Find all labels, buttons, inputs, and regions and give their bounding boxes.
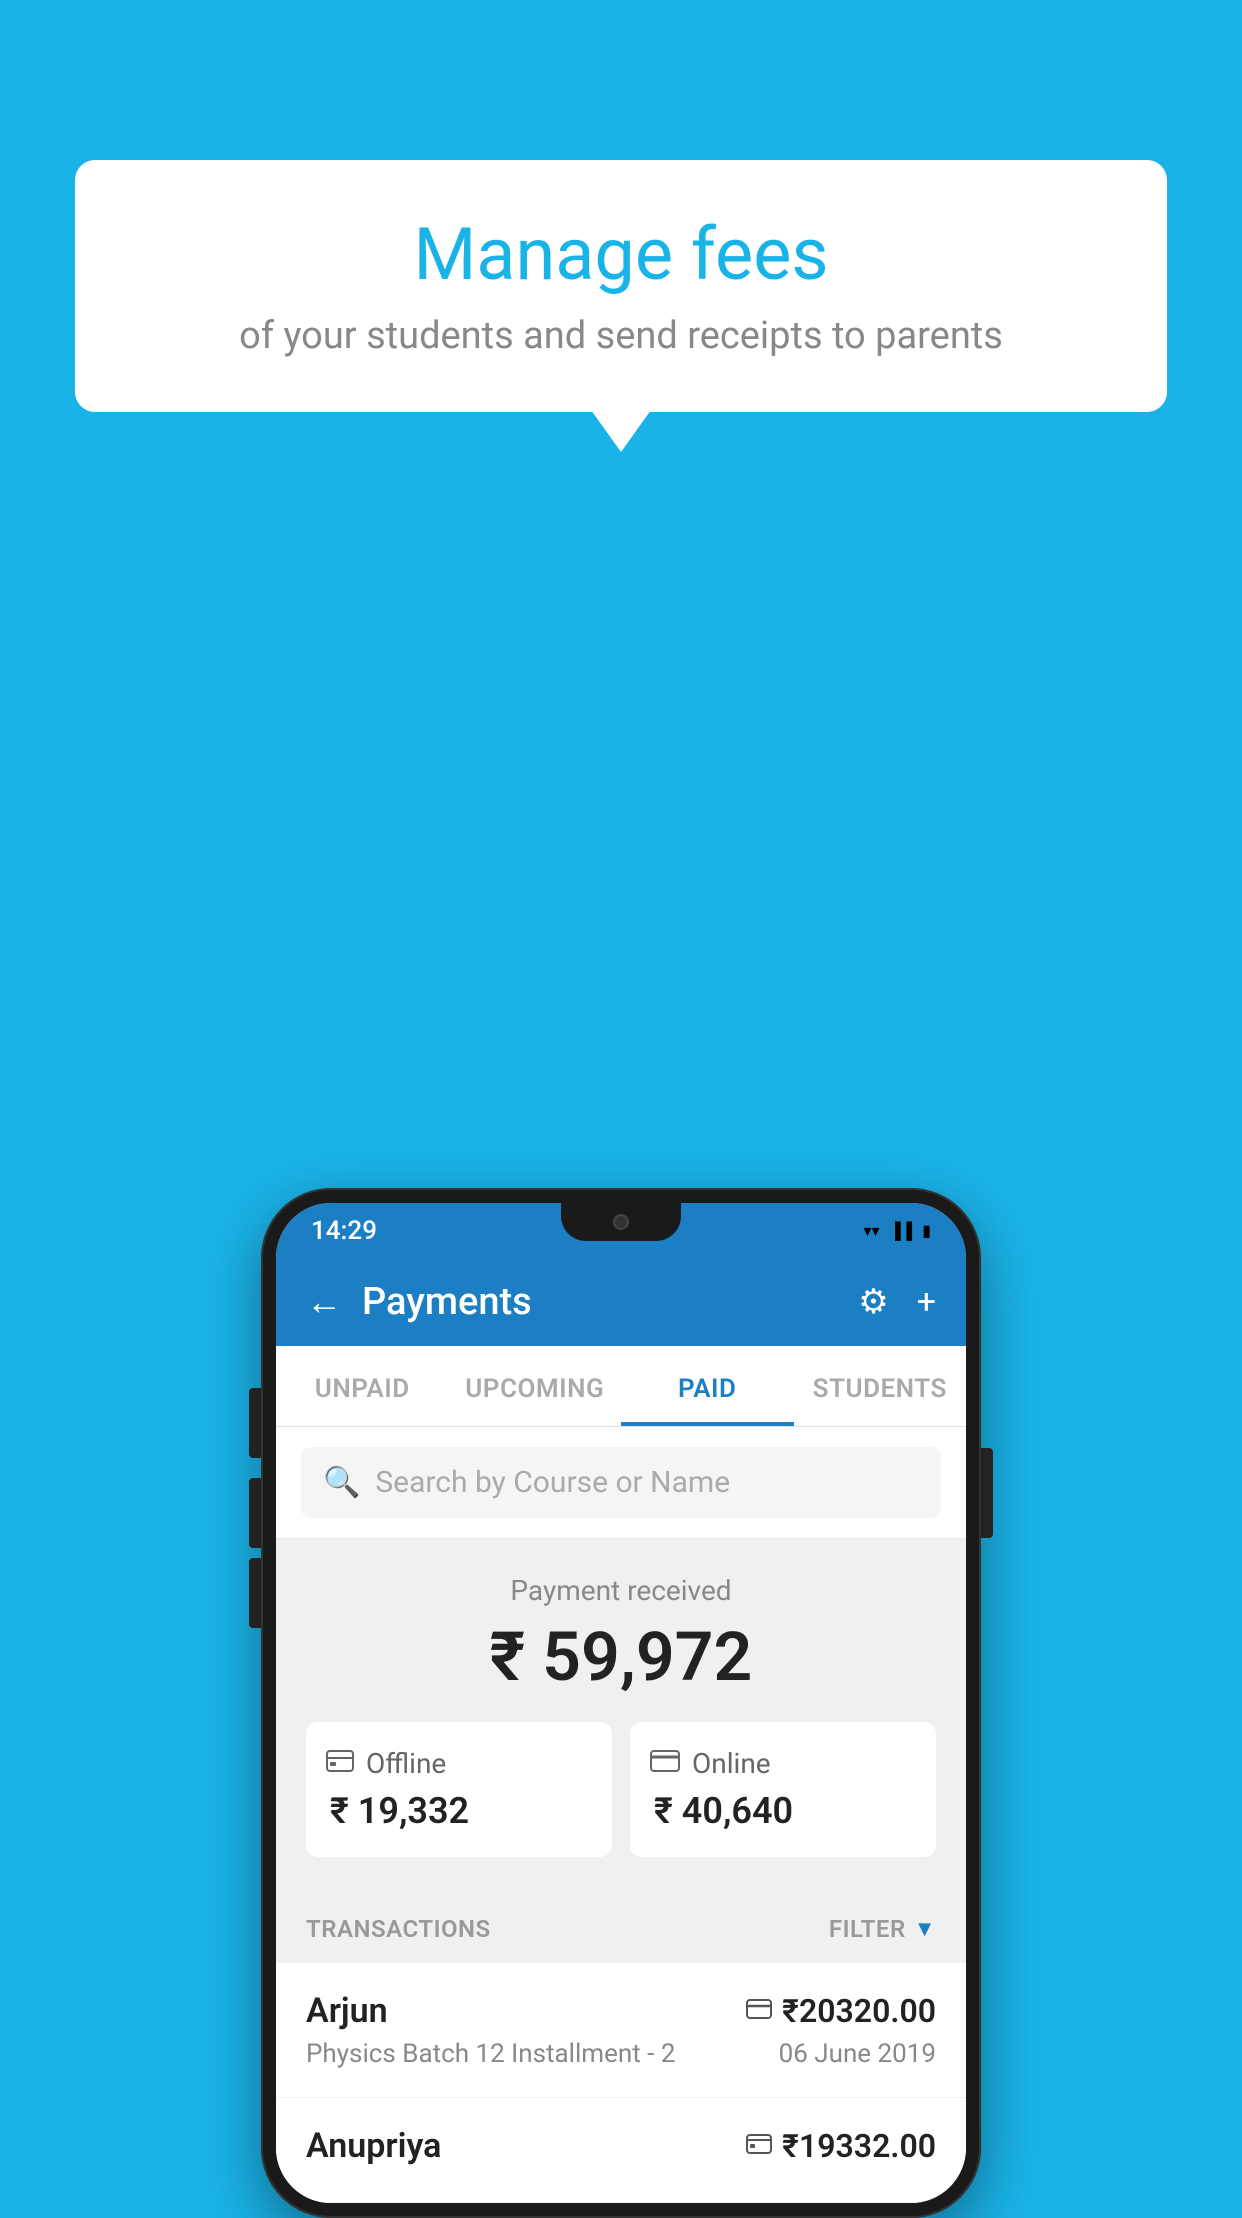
offline-amount: ₹ 19,332 [326, 1790, 592, 1832]
notch [561, 1203, 681, 1241]
offline-card-header: Offline [326, 1747, 592, 1780]
online-label: Online [692, 1747, 771, 1780]
tab-paid[interactable]: PAID [621, 1346, 794, 1426]
transaction-payment-icon-anupriya [746, 2132, 772, 2160]
transaction-name-arjun: Arjun [306, 1991, 388, 2031]
status-icons: ▾▾ ▐▐ ▮ [863, 1221, 931, 1241]
transaction-name-anupriya: Anupriya [306, 2126, 441, 2166]
app-bar-actions: ⚙ + [858, 1282, 936, 1322]
transaction-amount-anupriya: ₹19332.00 [782, 2127, 936, 2165]
app-bar: ← Payments ⚙ + [276, 1258, 966, 1346]
phone-screen: 14:29 ▾▾ ▐▐ ▮ ← Payments ⚙ + UNPAID UP [276, 1203, 966, 2203]
online-payment-card: Online ₹ 40,640 [630, 1722, 936, 1857]
search-input[interactable]: Search by Course or Name [375, 1465, 730, 1500]
filter-label: FILTER [829, 1915, 906, 1943]
transaction-amount-container-arjun: ₹20320.00 [746, 1992, 936, 2030]
phone-container: 14:29 ▾▾ ▐▐ ▮ ← Payments ⚙ + UNPAID UP [261, 1188, 981, 2218]
filter-button[interactable]: FILTER ▼ [829, 1915, 936, 1943]
transaction-payment-icon-arjun [746, 1997, 772, 2025]
filter-icon: ▼ [914, 1916, 936, 1942]
table-row[interactable]: Arjun ₹20320.00 Physics [276, 1963, 966, 2098]
status-bar: 14:29 ▾▾ ▐▐ ▮ [276, 1203, 966, 1258]
transaction-row-top-arjun: Arjun ₹20320.00 [306, 1991, 936, 2031]
transaction-course-arjun: Physics Batch 12 Installment - 2 [306, 2039, 675, 2069]
tab-upcoming[interactable]: UPCOMING [449, 1346, 622, 1426]
search-input-wrapper[interactable]: 🔍 Search by Course or Name [301, 1447, 941, 1518]
signal-icon: ▐▐ [890, 1221, 913, 1241]
tabs-bar: UNPAID UPCOMING PAID STUDENTS [276, 1346, 966, 1427]
online-card-header: Online [650, 1747, 916, 1780]
settings-button[interactable]: ⚙ [858, 1282, 888, 1322]
online-payment-icon [650, 1749, 680, 1779]
bubble-subtitle: of your students and send receipts to pa… [135, 312, 1107, 361]
transaction-row-bottom-arjun: Physics Batch 12 Installment - 2 06 June… [306, 2039, 936, 2069]
app-bar-title: Payments [362, 1280, 858, 1324]
status-time: 14:29 [311, 1216, 377, 1246]
camera-dot [613, 1214, 629, 1230]
phone-outer: 14:29 ▾▾ ▐▐ ▮ ← Payments ⚙ + UNPAID UP [261, 1188, 981, 2218]
offline-payment-card: Offline ₹ 19,332 [306, 1722, 612, 1857]
transactions-label: TRANSACTIONS [306, 1915, 491, 1943]
transactions-header: TRANSACTIONS FILTER ▼ [276, 1887, 966, 1963]
payment-cards: Offline ₹ 19,332 [306, 1722, 936, 1857]
transaction-row-top-anupriya: Anupriya ₹19332.00 [306, 2126, 936, 2166]
transaction-date-arjun: 06 June 2019 [779, 2039, 936, 2069]
transaction-amount-container-anupriya: ₹19332.00 [746, 2127, 936, 2165]
table-row[interactable]: Anupriya ₹19332.00 [276, 2098, 966, 2203]
offline-label: Offline [366, 1747, 446, 1780]
back-button[interactable]: ← [306, 1281, 342, 1323]
speech-bubble-container: Manage fees of your students and send re… [75, 160, 1167, 412]
speech-bubble: Manage fees of your students and send re… [75, 160, 1167, 412]
payment-total-amount: ₹ 59,972 [306, 1617, 936, 1697]
tab-unpaid[interactable]: UNPAID [276, 1346, 449, 1426]
bubble-title: Manage fees [135, 215, 1107, 294]
tab-students[interactable]: STUDENTS [794, 1346, 967, 1426]
battery-icon: ▮ [922, 1221, 931, 1240]
online-amount: ₹ 40,640 [650, 1790, 916, 1832]
payment-summary: Payment received ₹ 59,972 [276, 1539, 966, 1887]
search-container: 🔍 Search by Course or Name [276, 1427, 966, 1539]
transaction-amount-arjun: ₹20320.00 [782, 1992, 936, 2030]
add-button[interactable]: + [917, 1282, 936, 1322]
wifi-icon: ▾▾ [863, 1221, 879, 1240]
search-icon: 🔍 [323, 1465, 360, 1500]
offline-payment-icon [326, 1749, 354, 1779]
transaction-list: Arjun ₹20320.00 Physics [276, 1963, 966, 2203]
payment-received-label: Payment received [306, 1574, 936, 1607]
